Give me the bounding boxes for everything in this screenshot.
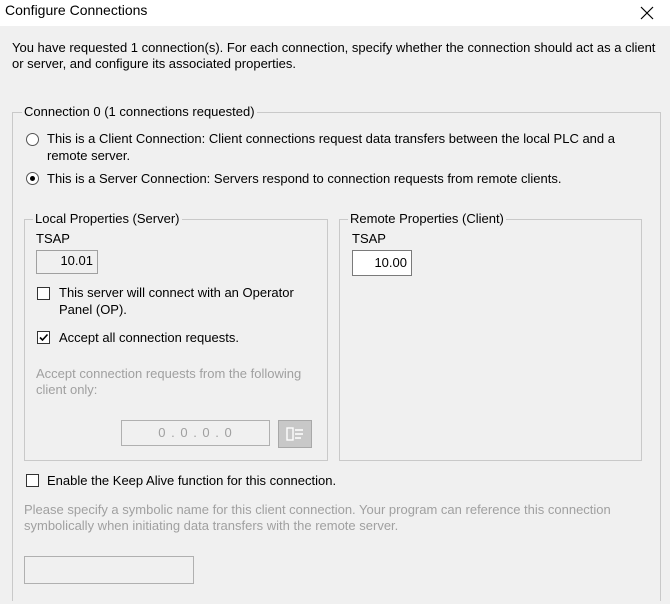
title-bar: Configure Connections: [0, 0, 670, 26]
close-button[interactable]: [624, 0, 670, 26]
remote-properties-label: Remote Properties (Client): [348, 211, 506, 226]
accept-from-label-line1: Accept connection requests from the foll…: [36, 366, 302, 381]
window-title: Configure Connections: [5, 2, 148, 18]
operator-panel-label-line2: Panel (OP).: [59, 302, 127, 317]
remote-tsap-label: TSAP: [352, 231, 386, 246]
local-tsap-label: TSAP: [36, 231, 70, 246]
symbolic-name-field[interactable]: [24, 556, 194, 584]
connection-group-label: Connection 0 (1 connections requested): [22, 104, 257, 119]
operator-panel-checkbox[interactable]: [37, 287, 50, 300]
client-connection-label-line1: This is a Client Connection: Client conn…: [47, 131, 615, 146]
dialog-body: You have requested 1 connection(s). For …: [0, 26, 670, 604]
keep-alive-label: Enable the Keep Alive function for this …: [47, 473, 337, 488]
client-ip-address-field[interactable]: 0 . 0 . 0 . 0: [121, 420, 270, 446]
client-connection-radio[interactable]: [26, 133, 39, 146]
client-connection-label-line2: remote server.: [47, 148, 131, 163]
close-icon: [640, 6, 654, 20]
local-properties-label: Local Properties (Server): [33, 211, 182, 226]
server-connection-label: This is a Server Connection: Servers res…: [47, 171, 562, 186]
checkmark-icon: [39, 333, 49, 342]
local-tsap-field[interactable]: 10.01: [36, 250, 98, 274]
keep-alive-checkbox[interactable]: [26, 474, 39, 487]
symbolic-name-hint-line2: symbolically when initiating data transf…: [24, 518, 399, 533]
network-address-icon: [286, 427, 303, 441]
server-connection-radio[interactable]: [26, 172, 39, 185]
accept-all-checkbox[interactable]: [37, 331, 50, 344]
operator-panel-label-line1: This server will connect with an Operato…: [59, 285, 294, 300]
intro-text: You have requested 1 connection(s). For …: [12, 40, 656, 71]
accept-from-label-line2: client only:: [36, 382, 98, 397]
accept-all-label: Accept all connection requests.: [59, 330, 239, 345]
ip-browse-button[interactable]: [278, 420, 312, 448]
remote-tsap-field[interactable]: 10.00: [352, 250, 412, 276]
symbolic-name-hint-line1: Please specify a symbolic name for this …: [24, 502, 611, 517]
